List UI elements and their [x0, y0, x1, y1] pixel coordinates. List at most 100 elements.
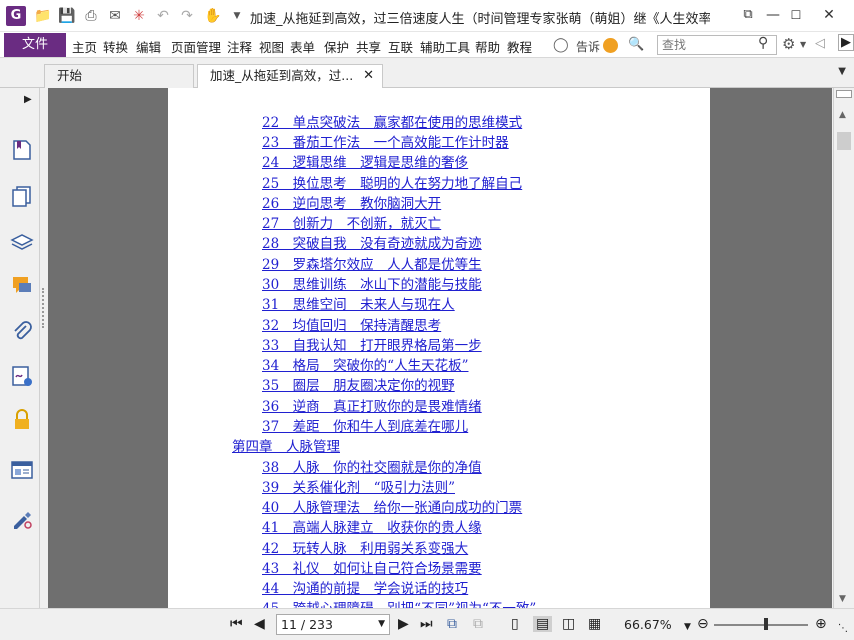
next-view-icon[interactable]: ⧉: [473, 616, 483, 632]
bookmark-icon[interactable]: [10, 138, 34, 162]
toc-entry[interactable]: 30 思维训练 冰山下的潜能与技能: [262, 273, 482, 293]
chevron-right-icon[interactable]: ▶: [838, 34, 854, 51]
toc-entry[interactable]: 45 跨越心理障碍 别把“不同”视为“不一致”: [262, 597, 536, 608]
zoom-out-icon[interactable]: ⊖: [697, 616, 709, 632]
continuous-facing-icon[interactable]: ▦: [588, 616, 601, 632]
menu-form[interactable]: 表单: [290, 37, 315, 56]
toc-entry[interactable]: 22 单点突破法 赢家都在使用的思维模式: [262, 111, 522, 131]
toc-chapter-heading[interactable]: 第四章 人脉管理: [232, 435, 340, 455]
toc-entry[interactable]: 23 番茄工作法 一个高效能工作计时器: [262, 131, 509, 151]
file-menu-button[interactable]: 文件: [4, 33, 66, 57]
hand-tool-icon[interactable]: ✋: [204, 8, 222, 24]
toc-entry[interactable]: 31 思维空间 未来人与现在人: [262, 293, 455, 313]
close-tab-icon[interactable]: ✕: [363, 65, 374, 87]
gear-icon[interactable]: ⚙: [782, 35, 795, 53]
close-icon[interactable]: ✕: [818, 4, 840, 26]
menu-help[interactable]: 帮助: [475, 37, 500, 56]
menu-view[interactable]: 视图: [259, 37, 284, 56]
menu-protect[interactable]: 保护: [324, 37, 349, 56]
previous-view-icon[interactable]: ⧉: [447, 616, 457, 632]
tab-start[interactable]: 开始: [44, 64, 194, 88]
save-icon[interactable]: 💾: [58, 8, 76, 24]
app-logo-icon[interactable]: G: [6, 6, 26, 26]
undo-icon[interactable]: ↶: [154, 8, 172, 24]
security-lock-icon[interactable]: [10, 408, 34, 432]
next-page-icon[interactable]: ▶: [398, 616, 409, 632]
page-number-field[interactable]: 11 / 233 ▼: [276, 614, 390, 635]
menu-convert[interactable]: 转换: [103, 37, 128, 56]
document-view[interactable]: 22 单点突破法 赢家都在使用的思维模式 23 番茄工作法 一个高效能工作计时器…: [48, 88, 832, 608]
scroll-up-icon[interactable]: ▲: [839, 110, 846, 120]
attachment-icon[interactable]: [10, 320, 34, 344]
facing-pages-icon[interactable]: ◫: [562, 616, 575, 632]
layers-icon[interactable]: [10, 230, 34, 254]
tell-me-label[interactable]: 告诉: [576, 38, 600, 55]
redo-icon[interactable]: ↷: [178, 8, 196, 24]
search-icon[interactable]: ⚲: [758, 35, 768, 51]
settings-dropdown-icon[interactable]: ▼: [800, 40, 806, 49]
single-page-icon[interactable]: ▯: [511, 616, 519, 632]
toc-entry[interactable]: 28 突破自我 没有奇迹就成为奇迹: [262, 232, 482, 252]
toc-entry[interactable]: 25 换位思考 聪明的人在努力地了解自己: [262, 172, 522, 192]
tab-list-dropdown-icon[interactable]: ▼: [838, 66, 846, 77]
toc-entry[interactable]: 37 差距 你和牛人到底差在哪儿: [262, 415, 468, 435]
toc-entry[interactable]: 39 关系催化剂 “吸引力法则”: [262, 476, 455, 496]
signature-icon[interactable]: [10, 364, 34, 388]
menu-page-management[interactable]: 页面管理: [171, 37, 221, 56]
feedback-icon[interactable]: [603, 38, 618, 53]
expand-panel-icon[interactable]: ▶: [24, 94, 32, 105]
menu-connect[interactable]: 互联: [388, 37, 413, 56]
toc-entry[interactable]: 42 玩转人脉 利用弱关系变强大: [262, 537, 468, 557]
toc-entry[interactable]: 34 格局 突破你的“人生天花板”: [262, 354, 468, 374]
menu-share[interactable]: 共享: [356, 37, 381, 56]
toc-entry[interactable]: 35 圈层 朋友圈决定你的视野: [262, 374, 455, 394]
minimize-icon[interactable]: —: [762, 4, 784, 26]
menu-accessibility[interactable]: 辅助工具: [420, 37, 470, 56]
toc-entry[interactable]: 41 高端人脉建立 收获你的贵人缘: [262, 516, 482, 536]
toc-entry[interactable]: 43 礼仪 如何让自己符合场景需要: [262, 557, 482, 577]
toc-entry[interactable]: 44 沟通的前提 学会说话的技巧: [262, 577, 468, 597]
zoom-dropdown-icon[interactable]: ▼: [684, 619, 691, 635]
scroll-down-icon[interactable]: ▼: [839, 594, 846, 604]
first-page-icon[interactable]: ⏮: [230, 616, 243, 632]
continuous-page-icon[interactable]: ▤: [533, 616, 553, 632]
toc-entry[interactable]: 38 人脉 你的社交圈就是你的净值: [262, 456, 482, 476]
open-folder-icon[interactable]: 📁: [34, 8, 52, 24]
toc-entry[interactable]: 36 逆商 真正打败你的是畏难情绪: [262, 395, 482, 415]
find-folder-icon[interactable]: 🔍: [628, 37, 644, 52]
split-view-handle[interactable]: [836, 90, 852, 98]
menu-tutorial[interactable]: 教程: [507, 37, 532, 56]
previous-page-icon[interactable]: ◀: [254, 616, 265, 632]
print-icon[interactable]: ⎙: [82, 8, 100, 24]
restore-window-icon[interactable]: ⧉: [737, 4, 759, 26]
tab-document[interactable]: 加速_从拖延到高效，过... ✕: [197, 64, 383, 89]
toc-entry[interactable]: 29 罗森塔尔效应 人人都是优等生: [262, 253, 482, 273]
toc-entry[interactable]: 40 人脉管理法 给你一张通向成功的门票: [262, 496, 522, 516]
toc-entry[interactable]: 26 逆向思考 教你脑洞大开: [262, 192, 441, 212]
email-icon[interactable]: ✉: [106, 8, 124, 24]
zoom-slider-thumb[interactable]: [763, 618, 768, 630]
content-icon[interactable]: [10, 458, 34, 482]
menu-home[interactable]: 主页: [72, 37, 97, 56]
customize-dropdown-icon[interactable]: ▼: [228, 8, 246, 24]
menu-edit[interactable]: 编辑: [136, 37, 161, 56]
chevron-left-icon[interactable]: ◁: [815, 36, 825, 51]
scrollbar-thumb[interactable]: [837, 132, 851, 150]
panel-resize-grip[interactable]: [42, 288, 46, 328]
menu-comment[interactable]: 注释: [227, 37, 252, 56]
zoom-slider[interactable]: [714, 624, 808, 626]
sign-document-icon[interactable]: [10, 506, 34, 530]
vertical-scrollbar[interactable]: ▲ ▼: [833, 88, 854, 608]
last-page-icon[interactable]: ⏭: [420, 616, 433, 632]
toc-entry[interactable]: 27 创新力 不创新，就灭亡: [262, 212, 441, 232]
maximize-icon[interactable]: ☐: [785, 4, 807, 26]
toc-entry[interactable]: 32 均值回归 保持清醒思考: [262, 314, 441, 334]
zoom-in-icon[interactable]: ⊕: [815, 616, 827, 632]
new-icon[interactable]: ✳: [130, 8, 148, 24]
toc-entry[interactable]: 33 自我认知 打开眼界格局第一步: [262, 334, 482, 354]
page-dropdown-icon[interactable]: ▼: [378, 615, 385, 634]
toc-entry[interactable]: 24 逻辑思维 逻辑是思维的奢侈: [262, 151, 468, 171]
comments-icon[interactable]: [10, 274, 34, 298]
zoom-level[interactable]: 66.67%: [624, 617, 672, 632]
pages-thumbnail-icon[interactable]: [10, 184, 34, 208]
